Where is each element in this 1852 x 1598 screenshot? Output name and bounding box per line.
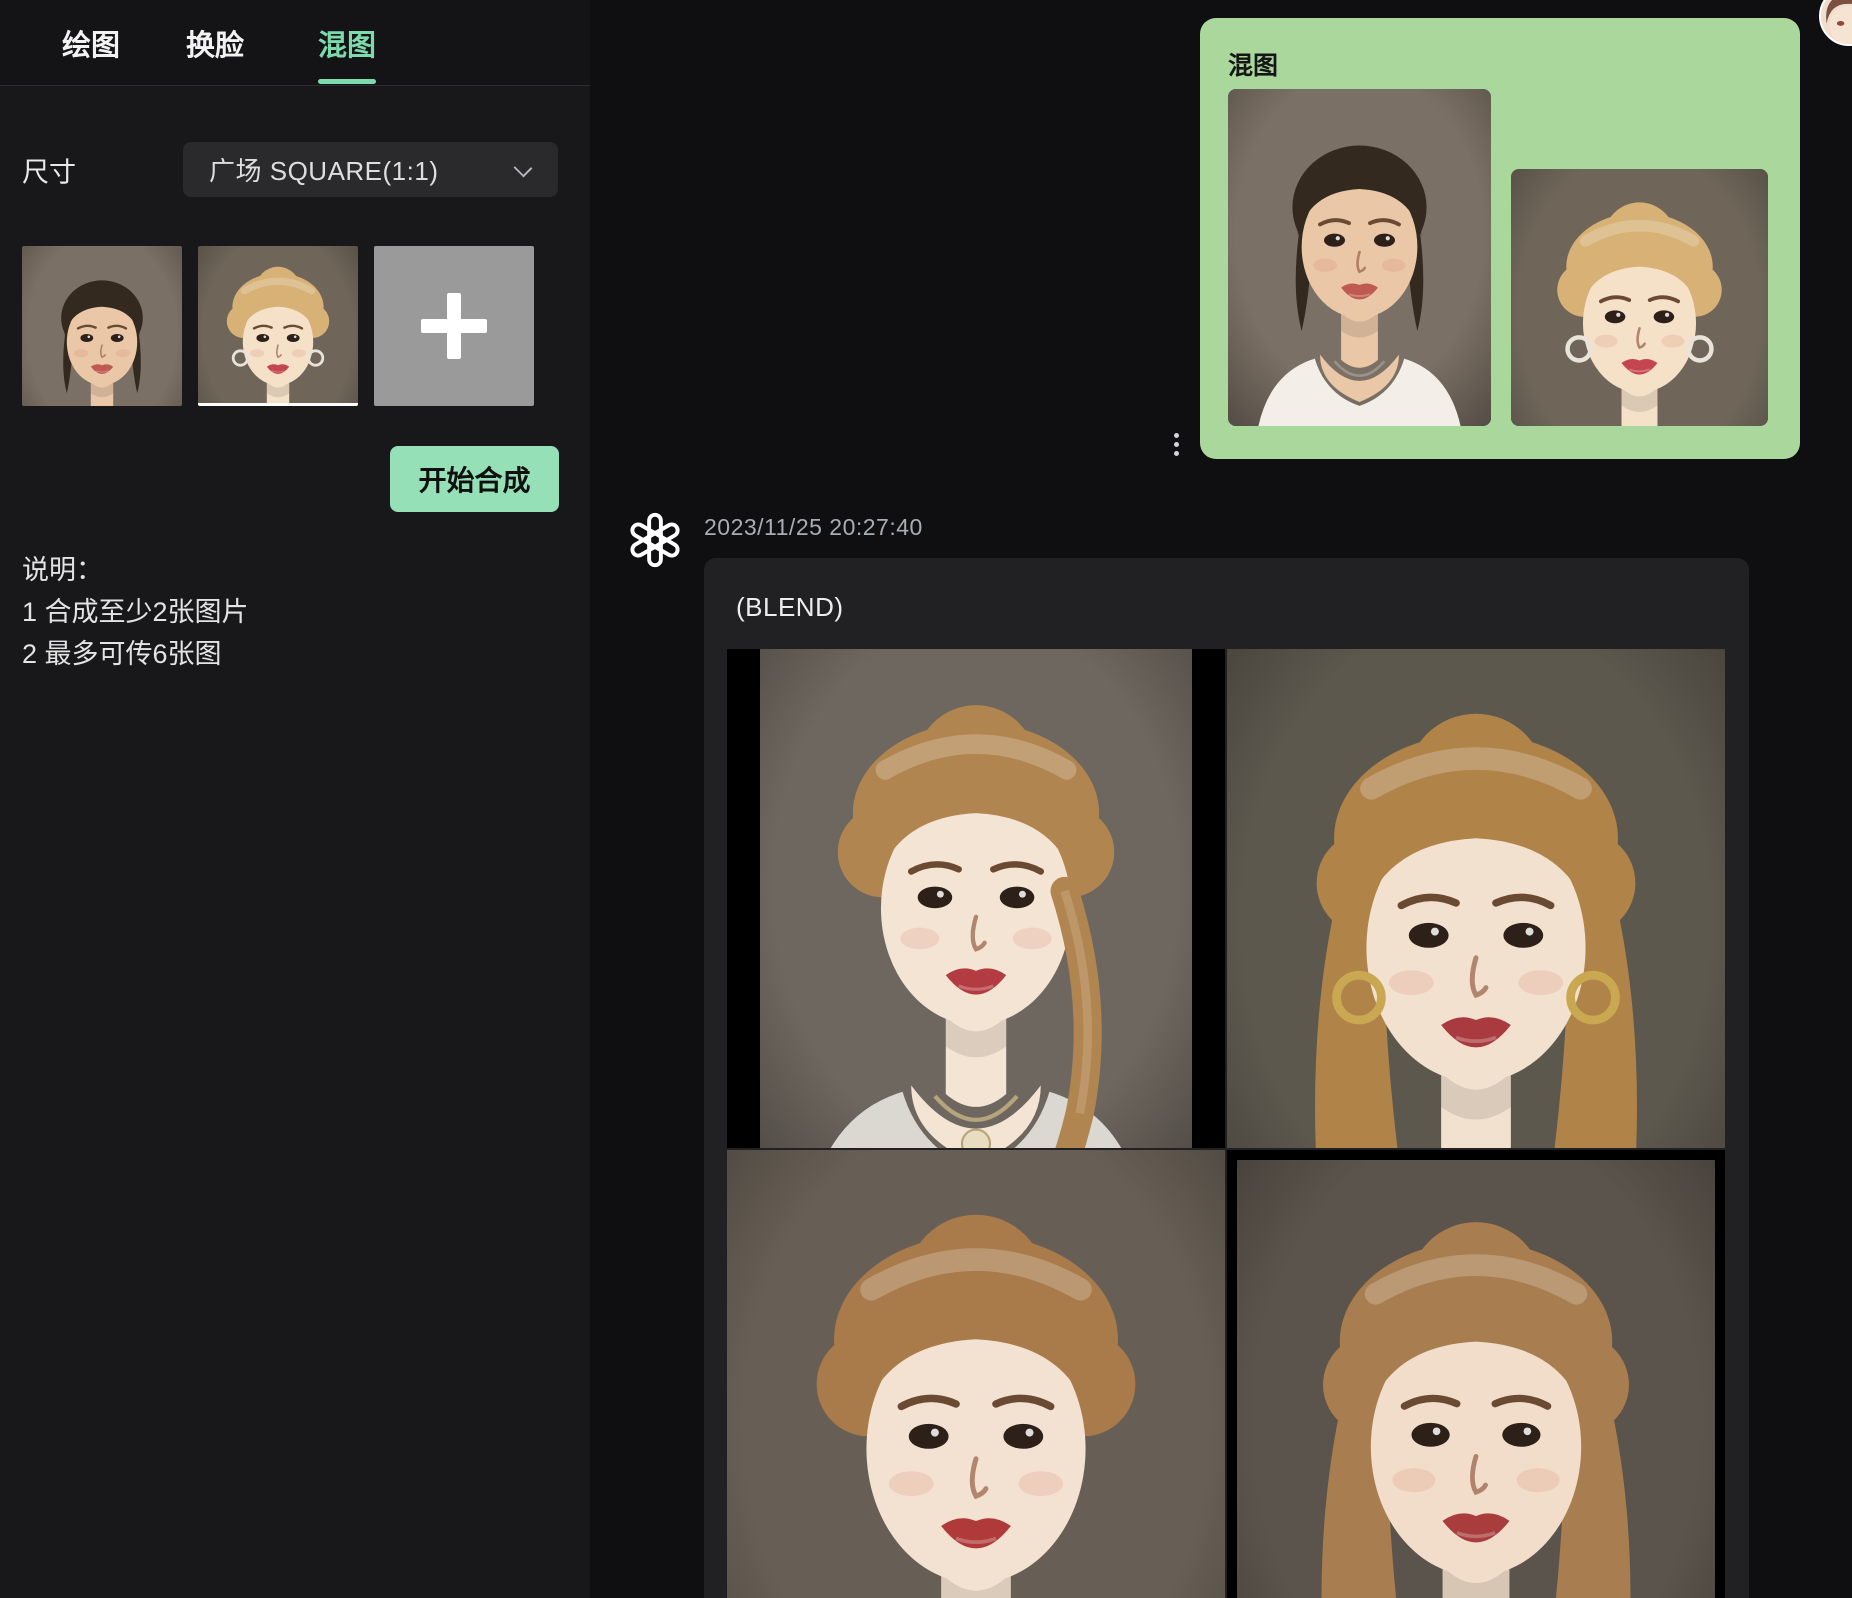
blend-results-grid (727, 649, 1725, 1598)
tab-blend[interactable]: 混图 (318, 0, 376, 85)
thumbnail-active-indicator (198, 403, 358, 406)
bubble-source-image-2-content (1511, 169, 1768, 426)
user-avatar[interactable] (1819, 0, 1852, 46)
openai-logo-icon (627, 512, 683, 568)
sidebar: 绘图 换脸 混图 尺寸 广场 SQUARE(1:1) (0, 0, 590, 1598)
size-select[interactable]: 广场 SQUARE(1:1) (183, 142, 558, 197)
message-more-menu[interactable] (1172, 431, 1181, 458)
instruction-line-2: 2 最多可传6张图 (22, 633, 249, 675)
tab-draw[interactable]: 绘图 (62, 0, 120, 85)
dot-icon (1174, 442, 1179, 447)
size-label: 尺寸 (22, 150, 76, 189)
tab-bar: 绘图 换脸 混图 (0, 0, 590, 86)
blend-result-image-3[interactable] (727, 1150, 1225, 1598)
app-window: 绘图 换脸 混图 尺寸 广场 SQUARE(1:1) (0, 0, 1852, 1598)
uploaded-image-1 (22, 246, 182, 406)
tab-face-swap[interactable]: 换脸 (186, 0, 244, 85)
sent-message-bubble[interactable]: 混图 (1200, 18, 1800, 459)
size-row: 尺寸 广场 SQUARE(1:1) (0, 142, 590, 197)
blend-result-image-3-content (727, 1150, 1225, 1598)
chevron-down-icon (514, 159, 533, 178)
blend-result-image-1-content (760, 649, 1192, 1148)
upload-thumbnails (22, 246, 534, 406)
reply-command-text: (BLEND) (736, 592, 844, 623)
start-blend-button[interactable]: 开始合成 (390, 446, 559, 512)
bubble-source-image-2[interactable] (1511, 169, 1768, 426)
blend-result-image-4[interactable] (1227, 1150, 1725, 1598)
plus-icon (421, 293, 487, 359)
bot-reply-card: (BLEND) (704, 558, 1749, 1598)
uploaded-image-2 (198, 246, 358, 406)
instruction-line-1: 1 合成至少2张图片 (22, 591, 249, 633)
instructions-title: 说明： (22, 549, 249, 591)
message-timestamp: 2023/11/25 20:27:40 (704, 514, 923, 541)
blend-result-image-4-content (1237, 1160, 1715, 1598)
blend-result-image-1[interactable] (727, 649, 1225, 1148)
uploaded-thumbnail-1[interactable] (22, 246, 182, 406)
bubble-source-image-1[interactable] (1228, 89, 1491, 426)
instructions: 说明： 1 合成至少2张图片 2 最多可传6张图 (22, 549, 249, 675)
dot-icon (1174, 433, 1179, 438)
bubble-title: 混图 (1228, 46, 1278, 82)
dot-icon (1174, 451, 1179, 456)
size-select-value: 广场 SQUARE(1:1) (209, 151, 439, 188)
blend-result-image-2-content (1227, 649, 1725, 1148)
blend-result-image-2[interactable] (1227, 649, 1725, 1148)
uploaded-thumbnail-2[interactable] (198, 246, 358, 406)
add-image-button[interactable] (374, 246, 534, 406)
bubble-source-image-1-content (1228, 89, 1491, 426)
